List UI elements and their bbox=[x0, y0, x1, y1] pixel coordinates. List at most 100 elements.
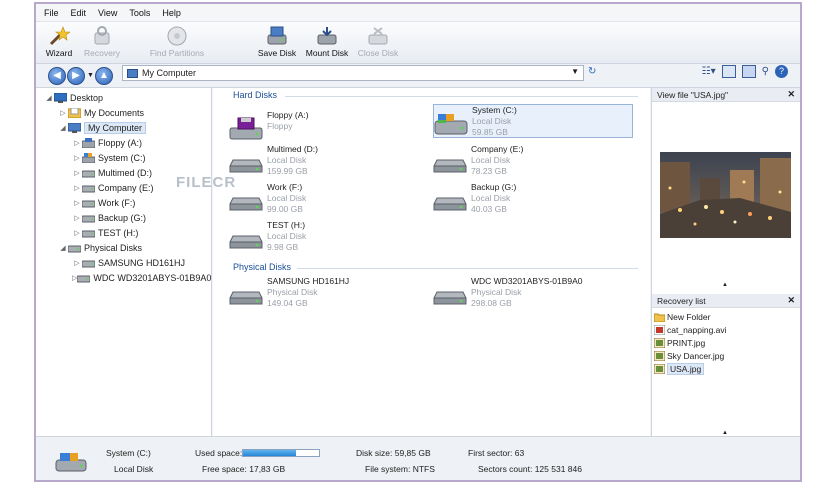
expand-arrow-icon[interactable]: ▷ bbox=[72, 139, 82, 147]
tree-item-label: Physical Disks bbox=[84, 242, 143, 253]
close-view-icon[interactable]: ✕ bbox=[787, 89, 795, 100]
tree-item[interactable]: ▷ WDC WD3201ABYS-01B9A0 bbox=[36, 270, 211, 285]
menu-help[interactable]: Help bbox=[162, 8, 181, 18]
tree-item[interactable]: ◢ My Computer bbox=[36, 120, 211, 135]
status-bar: System (C:) Local Disk Used space: Free … bbox=[36, 436, 800, 480]
hard-disk-item[interactable]: TEST (H:) Local Disk 9.98 GB bbox=[229, 220, 429, 254]
tree-item[interactable]: ▷ Work (F:) bbox=[36, 195, 211, 210]
physical-disk-item[interactable]: WDC WD3201ABYS-01B9A0 Physical Disk 298.08… bbox=[433, 276, 633, 310]
help-icon[interactable]: ? bbox=[775, 65, 788, 78]
history-dropdown-icon[interactable]: ▼ bbox=[87, 72, 94, 79]
recovery-button[interactable]: Recovery bbox=[80, 24, 124, 58]
hard-disk-item[interactable]: Floppy (A:) Floppy bbox=[229, 110, 429, 144]
disk-type: Local Disk bbox=[267, 231, 307, 241]
recovery-list-item[interactable]: USA.jpg bbox=[652, 362, 800, 375]
hard-disk-item[interactable]: Company (E:) Local Disk 78.23 GB bbox=[433, 144, 633, 178]
physical-disk-item[interactable]: SAMSUNG HD161HJ Physical Disk 149.04 GB bbox=[229, 276, 429, 310]
up-arrow-icon: ▲ bbox=[98, 70, 109, 81]
hard-disk-item[interactable]: Work (F:) Local Disk 99.00 GB bbox=[229, 182, 429, 216]
tree-item-label: Work (F:) bbox=[98, 197, 136, 208]
disk-size: 159.99 GB bbox=[267, 166, 308, 176]
folder-icon bbox=[653, 312, 666, 322]
tree-item-label: Multimed (D:) bbox=[98, 167, 153, 178]
hard-disk-item[interactable]: Multimed (D:) Local Disk 159.99 GB bbox=[229, 144, 429, 178]
wizard-button[interactable]: Wizard bbox=[42, 24, 76, 58]
tree-item[interactable]: ▷ Backup (G:) bbox=[36, 210, 211, 225]
image-file-icon bbox=[653, 363, 666, 374]
expand-arrow-icon[interactable]: ▷ bbox=[58, 109, 68, 117]
recovery-list-item[interactable]: cat_napping.avi bbox=[652, 323, 800, 336]
hard-drive-icon bbox=[229, 148, 263, 176]
watermark: FILECR bbox=[176, 174, 237, 191]
up-button[interactable]: ▲ bbox=[94, 66, 113, 85]
scroll-up-icon[interactable]: ▲ bbox=[722, 282, 728, 288]
find-partitions-button[interactable]: Find Partitions bbox=[144, 24, 210, 58]
hard-drive-icon bbox=[229, 224, 263, 252]
expand-arrow-icon[interactable]: ▷ bbox=[72, 154, 82, 162]
menu-view[interactable]: View bbox=[98, 8, 117, 18]
back-button[interactable]: ◀ bbox=[48, 66, 66, 85]
image-file-icon bbox=[653, 337, 666, 348]
close-recovery-icon[interactable]: ✕ bbox=[787, 295, 795, 306]
tree-item[interactable]: ▷ Floppy (A:) bbox=[36, 135, 211, 150]
tree-item[interactable]: ▷ SAMSUNG HD161HJ bbox=[36, 255, 211, 270]
mount-disk-button[interactable]: Mount Disk bbox=[302, 24, 352, 58]
desktop-icon bbox=[53, 92, 68, 103]
save-disk-icon bbox=[266, 24, 288, 48]
recovery-list-item[interactable]: Sky Dancer.jpg bbox=[652, 349, 800, 362]
tree-item-label: My Documents bbox=[84, 107, 145, 118]
expand-arrow-icon[interactable]: ▷ bbox=[72, 184, 82, 192]
disk-size: 40.03 GB bbox=[471, 204, 507, 214]
tree-item[interactable]: ◢ Physical Disks bbox=[36, 240, 211, 255]
used-space-label: Used space: bbox=[195, 448, 243, 458]
computer-icon bbox=[67, 122, 82, 133]
disk-size: 149.04 GB bbox=[267, 298, 308, 308]
free-space: Free space: 17,83 GB bbox=[202, 464, 286, 474]
computer-icon bbox=[127, 68, 138, 78]
disk-name: Backup (G:) bbox=[471, 182, 517, 192]
menu-tools[interactable]: Tools bbox=[129, 8, 150, 18]
search-icon[interactable]: ⚲ bbox=[762, 66, 769, 77]
used-space-bar bbox=[242, 449, 320, 457]
collapse-arrow-icon[interactable]: ◢ bbox=[58, 124, 68, 132]
expand-arrow-icon[interactable]: ▷ bbox=[72, 214, 82, 222]
expand-arrow-icon[interactable]: ▷ bbox=[72, 169, 82, 177]
forward-button[interactable]: ▶ bbox=[67, 66, 85, 85]
collapse-arrow-icon[interactable]: ◢ bbox=[44, 94, 54, 102]
recovery-list-header: Recovery list ✕ bbox=[652, 294, 800, 308]
close-disk-button[interactable]: Close Disk bbox=[356, 24, 400, 58]
refresh-icon[interactable]: ↻ bbox=[588, 66, 596, 77]
recovery-list-item[interactable]: New Folder bbox=[652, 310, 800, 323]
tree-item-label: My Computer bbox=[84, 121, 147, 134]
save-disk-button[interactable]: Save Disk bbox=[256, 24, 298, 58]
menu-file[interactable]: File bbox=[44, 8, 59, 18]
save-icon[interactable] bbox=[741, 65, 756, 78]
address-dropdown-icon[interactable]: ▼ bbox=[571, 67, 579, 76]
expand-arrow-icon[interactable]: ▷ bbox=[72, 199, 82, 207]
tree-item[interactable]: ◢ Desktop bbox=[36, 90, 211, 105]
expand-arrow-icon[interactable]: ▷ bbox=[72, 259, 82, 267]
menu-bar: File Edit View Tools Help bbox=[36, 4, 800, 22]
disk-type: Local Disk bbox=[471, 193, 511, 203]
status-disk-type: Local Disk bbox=[114, 464, 154, 474]
menu-edit[interactable]: Edit bbox=[71, 8, 87, 18]
collapse-arrow-icon[interactable]: ◢ bbox=[58, 244, 68, 252]
hard-disks-divider bbox=[285, 96, 638, 97]
recovery-item-label: USA.jpg bbox=[667, 362, 705, 375]
recovery-item-label: New Folder bbox=[667, 311, 711, 322]
view-mode-icon[interactable]: ☷▾ bbox=[702, 66, 716, 77]
expand-arrow-icon[interactable]: ▷ bbox=[72, 229, 82, 237]
preview-pane-icon[interactable] bbox=[721, 65, 736, 78]
close-disk-icon bbox=[367, 24, 389, 48]
tree-item[interactable]: ▷ System (C:) bbox=[36, 150, 211, 165]
status-disk-icon bbox=[54, 451, 88, 475]
recovery-list-item[interactable]: PRINT.jpg bbox=[652, 336, 800, 349]
hard-disk-item[interactable]: Backup (G:) Local Disk 40.03 GB bbox=[433, 182, 633, 216]
hard-disk-item[interactable]: System (C:) Local Disk 59.85 GB bbox=[433, 104, 633, 138]
tree-item[interactable]: ▷ TEST (H:) bbox=[36, 225, 211, 240]
back-arrow-icon: ◀ bbox=[53, 70, 61, 81]
disk-name: System (C:) bbox=[472, 105, 517, 115]
address-field[interactable]: My Computer ▼ bbox=[122, 65, 584, 81]
tree-item[interactable]: ▷ My Documents bbox=[36, 105, 211, 120]
disk-size: 9.98 GB bbox=[267, 242, 299, 252]
